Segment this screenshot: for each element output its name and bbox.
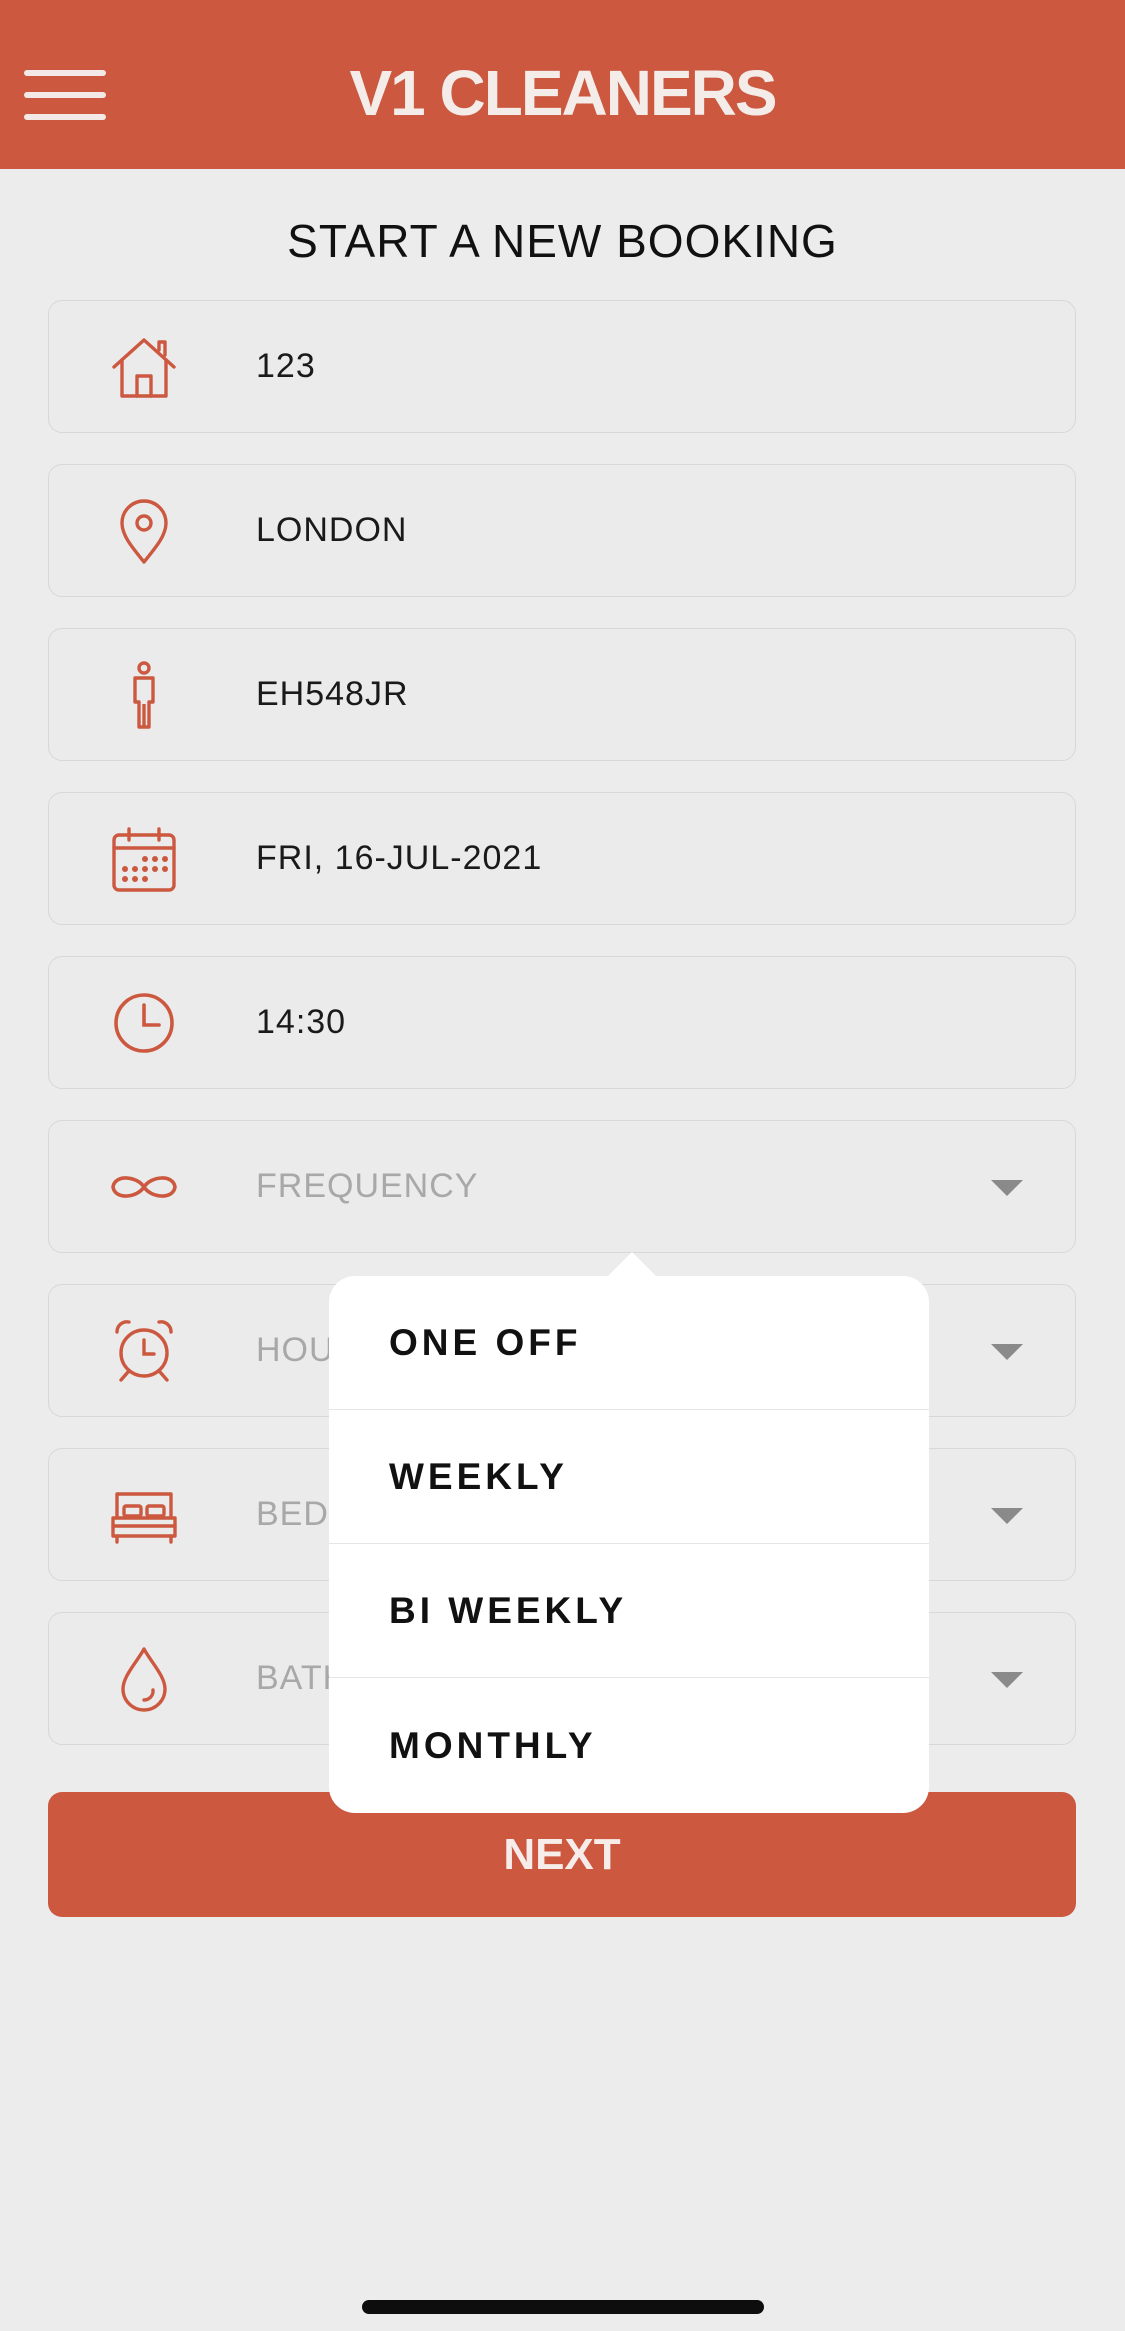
chevron-down-icon[interactable] — [991, 1672, 1023, 1688]
field-value: LONDON — [256, 511, 408, 549]
app-header: V1 CLEANERS — [0, 0, 1125, 169]
menu-option-weekly[interactable]: WEEKLY — [329, 1410, 929, 1544]
page-title: START A NEW BOOKING — [287, 215, 838, 267]
field-placeholder: FREQUENCY — [256, 1167, 479, 1205]
city-field[interactable]: LONDON — [48, 464, 1076, 597]
field-value: 14:30 — [256, 1003, 347, 1041]
infinity-icon — [109, 1152, 179, 1222]
house-number-field[interactable]: 123 — [48, 300, 1076, 433]
app-title: V1 CLEANERS — [349, 57, 777, 129]
menu-option-one-off[interactable]: ONE OFF — [329, 1276, 929, 1410]
field-value: 123 — [256, 347, 316, 385]
person-icon — [109, 660, 179, 730]
chevron-down-icon[interactable] — [991, 1508, 1023, 1524]
clock-icon — [109, 988, 179, 1058]
menu-option-monthly[interactable]: MONTHLY — [329, 1678, 929, 1813]
frequency-dropdown[interactable]: FREQUENCY — [48, 1120, 1076, 1253]
menu-option-bi-weekly[interactable]: BI WEEKLY — [329, 1544, 929, 1678]
chevron-down-icon[interactable] — [991, 1180, 1023, 1196]
postcode-field[interactable]: EH548JR — [48, 628, 1076, 761]
time-field[interactable]: 14:30 — [48, 956, 1076, 1089]
field-placeholder: HOU — [256, 1331, 335, 1369]
location-pin-icon — [109, 496, 179, 566]
bed-icon — [109, 1480, 179, 1550]
alarm-clock-icon — [109, 1316, 179, 1386]
popover-arrow — [606, 1252, 658, 1278]
frequency-menu: ONE OFF WEEKLY BI WEEKLY MONTHLY — [329, 1276, 929, 1813]
home-indicator[interactable] — [362, 2300, 764, 2314]
calendar-icon — [109, 824, 179, 894]
date-field[interactable]: FRI, 16-JUL-2021 — [48, 792, 1076, 925]
field-value: FRI, 16-JUL-2021 — [256, 839, 543, 877]
house-icon — [109, 332, 179, 402]
chevron-down-icon[interactable] — [991, 1344, 1023, 1360]
field-value: EH548JR — [256, 675, 409, 713]
droplet-icon — [109, 1644, 179, 1714]
